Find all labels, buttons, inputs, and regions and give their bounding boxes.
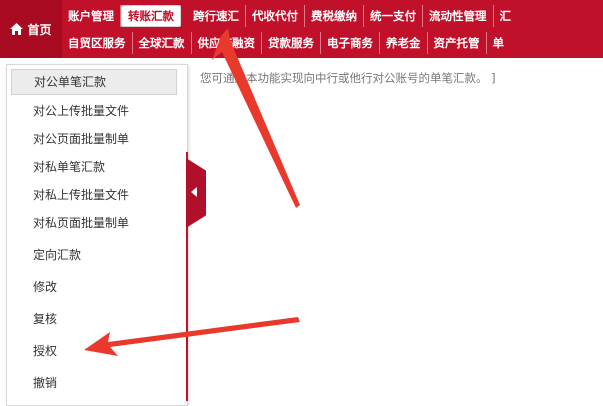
tab-supply-chain-finance[interactable]: 供应链融资 bbox=[192, 32, 262, 54]
tab-asset-custody[interactable]: 资产托管 bbox=[428, 32, 487, 54]
menu-item-corporate-upload-batch[interactable]: 对公上传批量文件 bbox=[33, 102, 129, 119]
chevron-left-icon bbox=[191, 187, 197, 197]
menu-item-personal-page-batch[interactable]: 对私页面批量制单 bbox=[33, 214, 129, 231]
tab-collection-payment[interactable]: 代收代付 bbox=[246, 5, 305, 27]
home-button[interactable]: 首页 bbox=[0, 0, 62, 58]
tab-account-management[interactable]: 账户管理 bbox=[62, 5, 121, 27]
function-notice: 您可通过本功能实现向中行或他行对公账号的单笔汇款。 ] bbox=[200, 71, 496, 85]
tab-more-row1[interactable]: 汇 bbox=[494, 5, 518, 27]
menu-item-directed-transfer[interactable]: 定向汇款 bbox=[33, 246, 81, 263]
top-navigation: 首页 账户管理 转账汇款 跨行速汇 代收代付 费税缴纳 统一支付 流动性管理 汇… bbox=[0, 0, 603, 58]
home-label: 首页 bbox=[27, 22, 52, 37]
tab-liquidity-management[interactable]: 流动性管理 bbox=[423, 5, 494, 27]
tab-transfer-remittance[interactable]: 转账汇款 bbox=[121, 5, 181, 27]
menu-item-corporate-page-batch[interactable]: 对公页面批量制单 bbox=[33, 130, 129, 147]
menu-item-authorize[interactable]: 授权 bbox=[33, 342, 57, 359]
tab-e-commerce[interactable]: 电子商务 bbox=[321, 32, 380, 54]
transfer-submenu: 对公单笔汇款 对公上传批量文件 对公页面批量制单 对私单笔汇款 对私上传批量文件… bbox=[6, 64, 188, 406]
nav-row-primary: 账户管理 转账汇款 跨行速汇 代收代付 费税缴纳 统一支付 流动性管理 汇 bbox=[62, 3, 517, 29]
tab-tax-payment[interactable]: 费税缴纳 bbox=[305, 5, 364, 27]
nav-row-secondary: 自贸区服务 全球汇款 供应链融资 贷款服务 电子商务 养老金 资产托管 单 bbox=[62, 30, 510, 56]
menu-item-corporate-single-transfer[interactable]: 对公单笔汇款 bbox=[11, 69, 177, 95]
tab-pension[interactable]: 养老金 bbox=[380, 32, 428, 54]
menu-item-personal-upload-batch[interactable]: 对私上传批量文件 bbox=[33, 186, 129, 203]
tab-free-trade-zone[interactable]: 自贸区服务 bbox=[62, 32, 133, 54]
menu-item-revoke[interactable]: 撤销 bbox=[33, 374, 57, 391]
tab-interbank-express[interactable]: 跨行速汇 bbox=[187, 5, 246, 27]
tab-unified-payment[interactable]: 统一支付 bbox=[364, 5, 423, 27]
tab-more-row2[interactable]: 单 bbox=[487, 32, 511, 54]
home-icon bbox=[10, 23, 24, 35]
menu-item-personal-single-transfer[interactable]: 对私单笔汇款 bbox=[33, 158, 105, 175]
tab-loan-services[interactable]: 贷款服务 bbox=[262, 32, 321, 54]
tab-global-remittance[interactable]: 全球汇款 bbox=[133, 32, 192, 54]
menu-item-modify[interactable]: 修改 bbox=[33, 278, 57, 295]
menu-item-review[interactable]: 复核 bbox=[33, 310, 57, 327]
